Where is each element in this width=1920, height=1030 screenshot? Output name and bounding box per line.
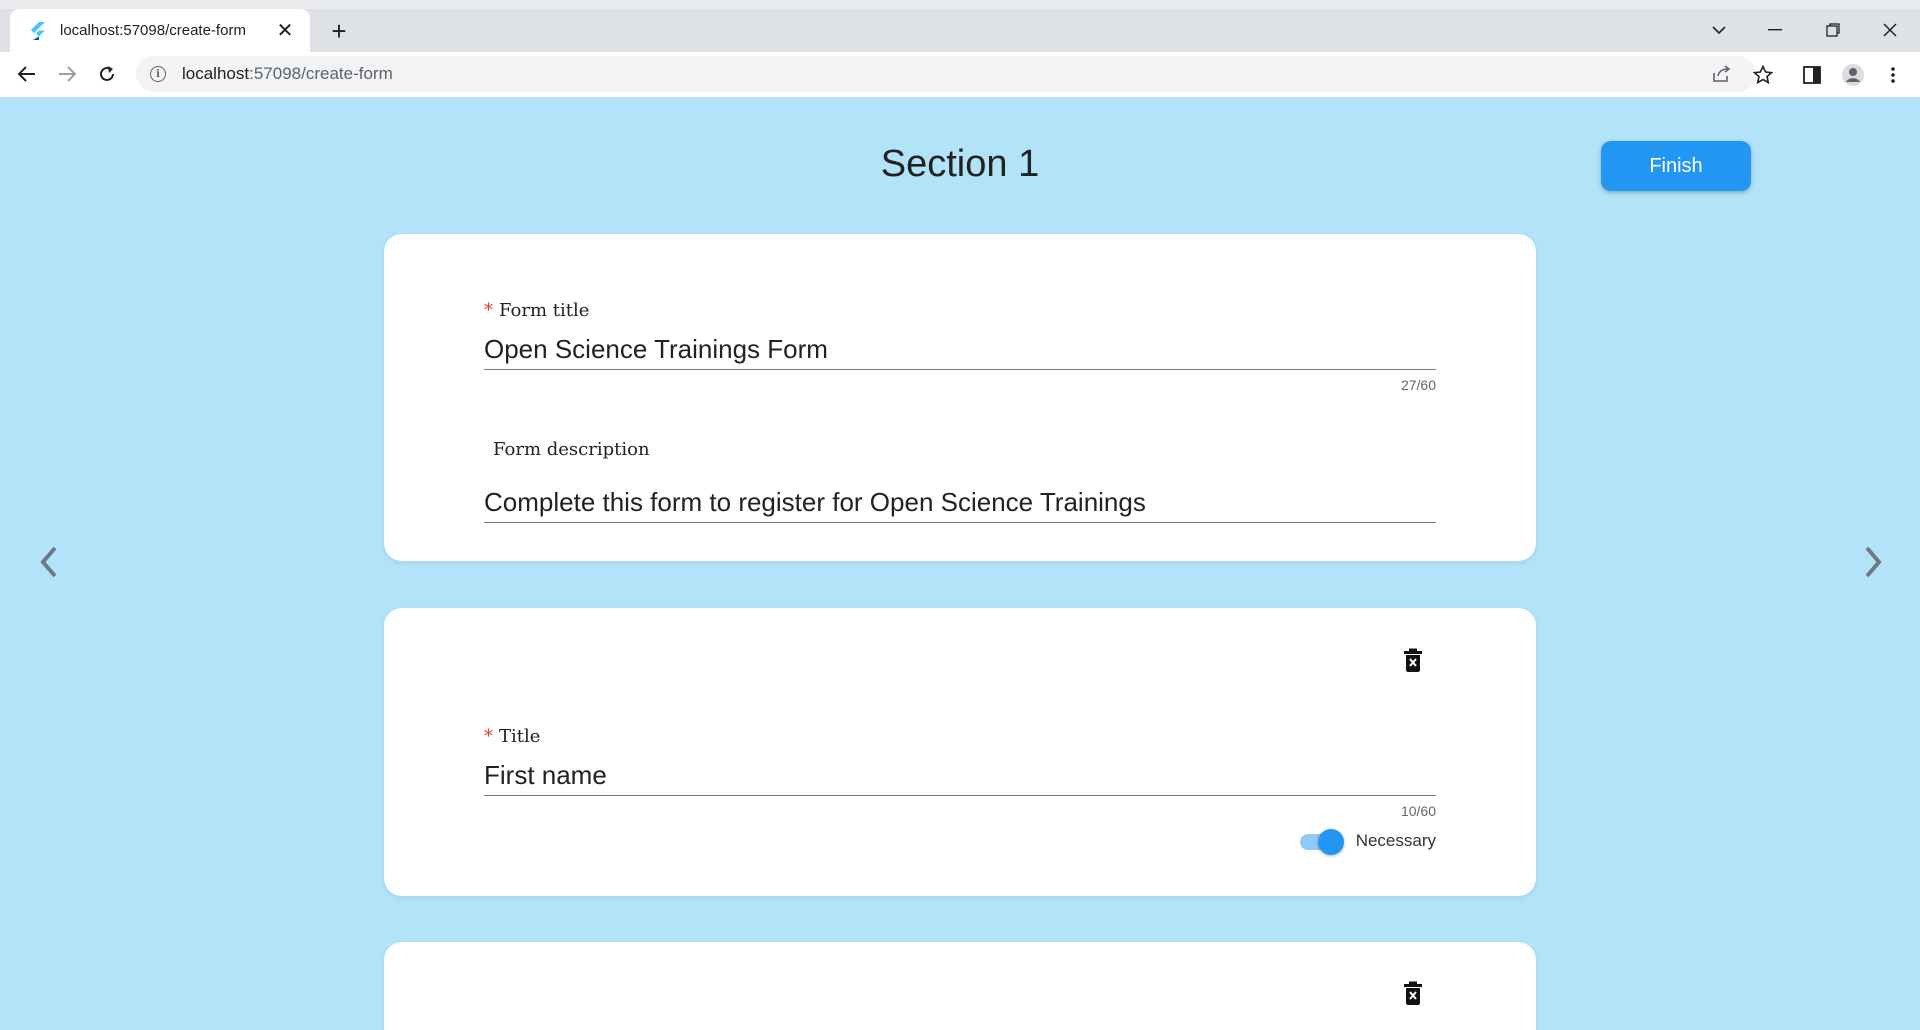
close-window-icon[interactable]	[1873, 15, 1907, 45]
delete-forever-icon[interactable]	[1400, 978, 1426, 1008]
share-icon[interactable]	[1710, 62, 1734, 86]
form-title-label-text: Form title	[499, 300, 590, 321]
back-icon[interactable]	[12, 59, 42, 89]
tab-title: localhost:57098/create-form	[60, 22, 246, 39]
question-title-counter: 10/60	[1400, 803, 1436, 819]
browser-tab[interactable]: localhost:57098/create-form ✕	[10, 9, 310, 52]
necessary-switch[interactable]	[1298, 829, 1344, 855]
chevron-right-icon[interactable]	[1858, 537, 1888, 587]
address-bar[interactable]: i localhost:57098/create-form	[136, 56, 1756, 92]
browser-menu-icon[interactable]	[1880, 62, 1906, 88]
form-title-input[interactable]	[484, 334, 1436, 370]
flutter-favicon-icon	[28, 21, 46, 40]
site-info-icon[interactable]: i	[150, 66, 166, 82]
question-title-label-text: Title	[499, 726, 541, 747]
url-path: :57098/create-form	[249, 64, 393, 83]
reload-icon[interactable]	[92, 59, 122, 89]
create-form-page: Section 1 Finish * Form title 27/60 Form …	[0, 97, 1920, 1030]
question-title-input[interactable]	[484, 760, 1436, 796]
tab-search-icon[interactable]	[1702, 15, 1736, 45]
required-mark: *	[484, 300, 493, 321]
switch-thumb	[1317, 829, 1344, 855]
necessary-toggle-row: Necessary	[1298, 829, 1436, 855]
new-tab-icon[interactable]: +	[325, 16, 353, 46]
bookmark-star-icon[interactable]	[1750, 62, 1776, 88]
form-title-label: * Form title	[484, 300, 589, 321]
tab-close-icon[interactable]: ✕	[274, 20, 296, 42]
form-description-label: Form description	[493, 439, 650, 460]
form-description-input[interactable]	[484, 487, 1436, 523]
profile-avatar-icon[interactable]	[1840, 62, 1866, 88]
browser-tabstrip: localhost:57098/create-form ✕ +	[0, 0, 1920, 52]
url-text: localhost:57098/create-form	[182, 64, 393, 84]
browser-toolbar: i localhost:57098/create-form	[0, 52, 1920, 97]
delete-forever-icon[interactable]	[1400, 645, 1426, 675]
forward-icon[interactable]	[52, 59, 82, 89]
finish-button[interactable]: Finish	[1601, 141, 1751, 191]
section-title: Section 1	[880, 143, 1040, 185]
minimize-icon[interactable]	[1758, 15, 1792, 45]
question-card: * Title 10/60 Necessary	[384, 608, 1536, 896]
necessary-label: Necessary	[1355, 831, 1436, 850]
question-title-label: * Title	[484, 726, 540, 747]
side-panel-icon[interactable]	[1799, 62, 1825, 88]
form-header-card: * Form title 27/60 Form description	[384, 234, 1536, 561]
chevron-left-icon[interactable]	[34, 537, 64, 587]
url-host: localhost	[182, 64, 250, 83]
form-title-counter: 27/60	[1400, 377, 1436, 393]
restore-icon[interactable]	[1816, 15, 1850, 45]
required-mark: *	[484, 726, 493, 747]
question-card-2	[384, 942, 1536, 1030]
